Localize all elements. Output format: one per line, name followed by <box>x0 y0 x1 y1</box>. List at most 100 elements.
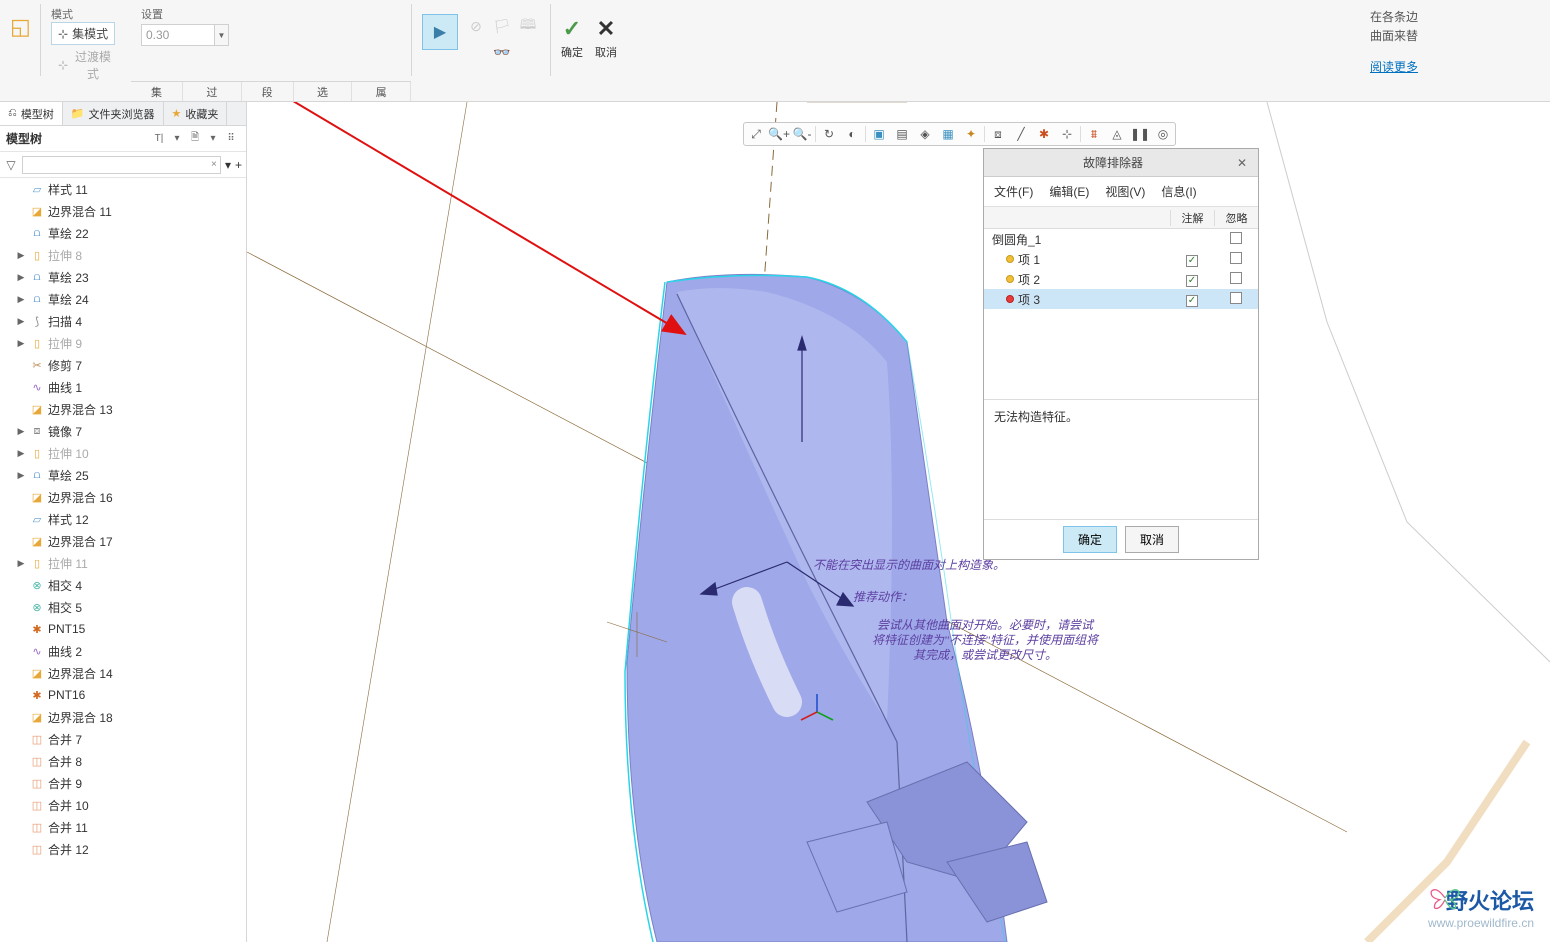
tool1-icon[interactable]: T| <box>150 130 168 148</box>
point-display-icon[interactable]: ✱ <box>1033 124 1055 144</box>
dialog-ok-button[interactable]: 确定 <box>1063 526 1117 553</box>
play-button[interactable]: ▶ <box>422 14 458 50</box>
tree-item[interactable]: ◪边界混合 14 <box>0 662 246 684</box>
read-more-link[interactable]: 阅读更多 <box>1370 60 1418 74</box>
menu-view[interactable]: 视图(V) <box>1105 183 1145 200</box>
tree-item[interactable]: ◪边界混合 13 <box>0 398 246 420</box>
tree-item[interactable]: ∿曲线 2 <box>0 640 246 662</box>
dialog-close-icon[interactable]: ✕ <box>1234 155 1250 171</box>
tree-item[interactable]: ✱PNT15 <box>0 618 246 640</box>
spin-center-icon[interactable]: ◬ <box>1106 124 1128 144</box>
view-manager-icon[interactable]: ▤ <box>891 124 913 144</box>
tree-item[interactable]: ⊗相交 5 <box>0 596 246 618</box>
subtab-segment[interactable]: 段 <box>242 82 294 101</box>
tree-item[interactable]: ⊗相交 4 <box>0 574 246 596</box>
annotation-display-icon[interactable]: ⩩ <box>1083 124 1105 144</box>
note-checkbox[interactable]: ✓ <box>1186 275 1198 287</box>
tree-item[interactable]: ▶⧈镜像 7 <box>0 420 246 442</box>
expand-icon[interactable]: ▶ <box>16 316 26 327</box>
tree-item[interactable]: ◫合并 11 <box>0 816 246 838</box>
tree-item[interactable]: ◫合并 9 <box>0 772 246 794</box>
tool3-icon[interactable]: ⠿ <box>222 130 240 148</box>
tree-item[interactable]: ◫合并 8 <box>0 750 246 772</box>
tree-item[interactable]: ◪边界混合 16 <box>0 486 246 508</box>
eye-icon[interactable]: 🏳 <box>490 14 514 38</box>
glasses-icon[interactable]: 👓 <box>464 40 540 64</box>
dialog-item-row[interactable]: 项 1✓ <box>984 249 1258 269</box>
root- set-ignore-checkbox[interactable] <box>1230 232 1242 244</box>
pause-icon[interactable]: ⊘ <box>464 14 488 38</box>
tree-item[interactable]: ▶⩍草绘 23 <box>0 266 246 288</box>
ignore-checkbox[interactable] <box>1230 272 1242 284</box>
expand-icon[interactable]: ▶ <box>16 338 26 349</box>
subtab-transition[interactable]: 过渡 <box>183 82 242 101</box>
tree-item[interactable]: ▶▯拉伸 9 <box>0 332 246 354</box>
display-style-icon[interactable]: ◐ <box>841 124 863 144</box>
note-checkbox[interactable]: ✓ <box>1186 295 1198 307</box>
dialog-root-row[interactable]: 倒圆角_1 <box>984 229 1258 249</box>
tree-item[interactable]: ▱样式 12 <box>0 508 246 530</box>
dialog-item-row[interactable]: 项 2✓ <box>984 269 1258 289</box>
tree-item[interactable]: ✱PNT16 <box>0 684 246 706</box>
plane-display-icon[interactable]: ⧈ <box>987 124 1009 144</box>
canvas[interactable]: 不能在突出显示的曲面对上构造象。 推荐动作： 尝试从其他曲面对开始。必要时，请尝… <box>247 102 1550 942</box>
tree-item[interactable]: ▶▯拉伸 11 <box>0 552 246 574</box>
expand-icon[interactable]: ▶ <box>16 448 26 459</box>
clear-filter-icon[interactable]: × <box>207 159 221 170</box>
tree-item[interactable]: ⩍草绘 22 <box>0 222 246 244</box>
csys-display-icon[interactable]: ⊹ <box>1056 124 1078 144</box>
tree-item[interactable]: ∿曲线 1 <box>0 376 246 398</box>
filter-caret[interactable]: ▾ <box>225 158 231 172</box>
tree-item[interactable]: ▶⩍草绘 24 <box>0 288 246 310</box>
pause-render-icon[interactable]: ❚❚ <box>1129 124 1151 144</box>
tree-item[interactable]: ▶⩍草绘 25 <box>0 464 246 486</box>
expand-icon[interactable]: ▶ <box>16 426 26 437</box>
tab-model-tree[interactable]: ⎌ 模型树 <box>0 102 63 125</box>
tree-item[interactable]: ✂修剪 7 <box>0 354 246 376</box>
tree-item[interactable]: ▶▯拉伸 8 <box>0 244 246 266</box>
cancel-button[interactable]: ✕ 取消 <box>595 16 617 60</box>
tab-favorites[interactable]: ★ 收藏夹 <box>164 102 228 125</box>
set-mode-button[interactable]: ⊹ 集模式 <box>51 22 115 45</box>
axis-display-icon[interactable]: ╱ <box>1010 124 1032 144</box>
ignore-checkbox[interactable] <box>1230 252 1242 264</box>
perspective-icon[interactable]: ◈ <box>914 124 936 144</box>
dialog-item-row[interactable]: 项 3✓ <box>984 289 1258 309</box>
repaint-icon[interactable]: ↻ <box>818 124 840 144</box>
setting-dropdown[interactable]: ▼ <box>215 24 229 46</box>
tree-item[interactable]: ▱样式 11 <box>0 178 246 200</box>
render-icon[interactable]: ◎ <box>1152 124 1174 144</box>
zoom-in-icon[interactable]: 🔍+ <box>768 124 790 144</box>
tree-filter-input[interactable] <box>22 156 221 174</box>
subtab-set[interactable]: 集 <box>131 82 183 101</box>
expand-icon[interactable]: ▶ <box>16 250 26 261</box>
datum-display-icon[interactable]: ✦ <box>960 124 982 144</box>
funnel-icon[interactable]: ▽ <box>4 158 18 172</box>
refit-icon[interactable]: ⤢ <box>745 124 767 144</box>
subtab-options[interactable]: 选项 <box>294 82 353 101</box>
tree-item[interactable]: ◫合并 12 <box>0 838 246 860</box>
zoom-out-icon[interactable]: 🔍- <box>791 124 813 144</box>
tree-item[interactable]: ▶⟆扫描 4 <box>0 310 246 332</box>
tree-item[interactable]: ▶▯拉伸 10 <box>0 442 246 464</box>
ignore-checkbox[interactable] <box>1230 292 1242 304</box>
expand-icon[interactable]: ▶ <box>16 294 26 305</box>
tree-item[interactable]: ◫合并 10 <box>0 794 246 816</box>
tab-folder-browser[interactable]: 📁 文件夹浏览器 <box>63 102 164 125</box>
note-checkbox[interactable]: ✓ <box>1186 255 1198 267</box>
expand-icon[interactable]: ▶ <box>16 470 26 481</box>
dialog-cancel-button[interactable]: 取消 <box>1125 526 1179 553</box>
expand-icon[interactable]: ▶ <box>16 272 26 283</box>
tree-item[interactable]: ◪边界混合 18 <box>0 706 246 728</box>
tool2-caret[interactable]: ▾ <box>204 130 222 148</box>
tree-item[interactable]: ◫合并 7 <box>0 728 246 750</box>
tree-item[interactable]: ◪边界混合 17 <box>0 530 246 552</box>
saved-view-icon[interactable]: ▣ <box>868 124 890 144</box>
plus-icon[interactable]: + <box>235 158 242 172</box>
confirm-button[interactable]: ✓ 确定 <box>561 16 583 60</box>
transition-mode-button[interactable]: ⊹ 过渡模式 <box>51 45 121 85</box>
menu-file[interactable]: 文件(F) <box>994 183 1033 200</box>
setting-input[interactable] <box>141 24 215 46</box>
flag-icon[interactable]: 🕮 <box>516 14 540 38</box>
dialog-titlebar[interactable]: 故障排除器 ✕ <box>984 149 1258 177</box>
